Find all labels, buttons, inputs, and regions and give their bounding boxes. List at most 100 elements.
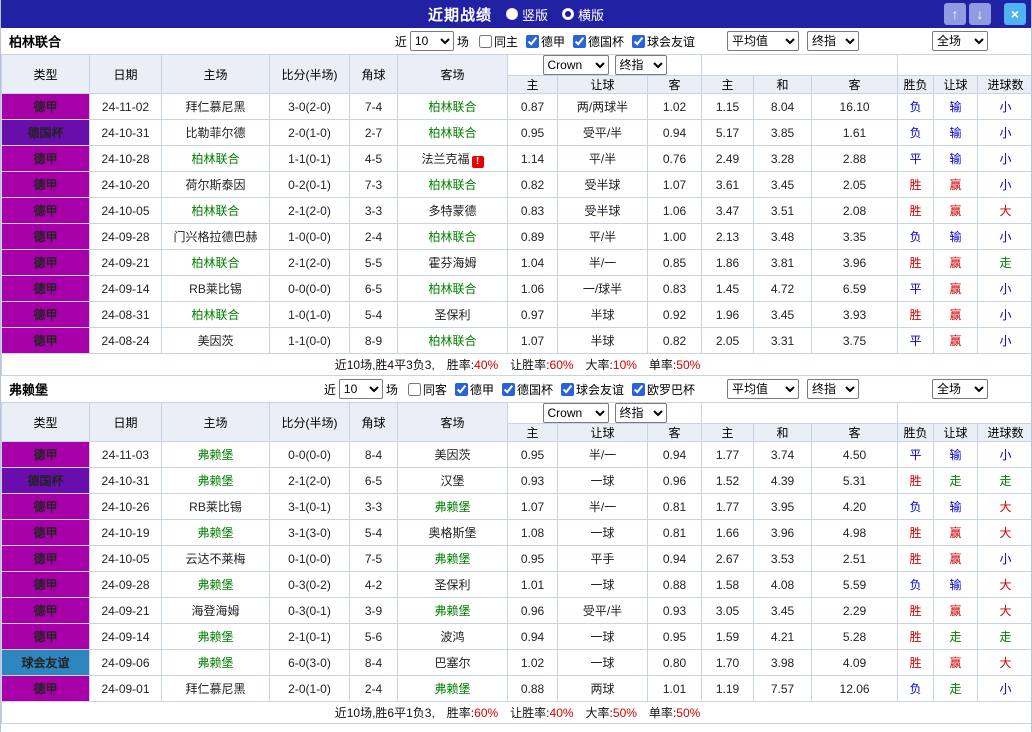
bookmaker-select[interactable]: Crown [542,55,609,75]
games-count-select[interactable]: 10 [409,31,454,51]
final-odds-select[interactable]: 终指 [614,403,667,423]
competition-badge: 德甲 [1,301,90,328]
summary-row: 近10场,胜4平3负3, 胜率:40% 让胜率:60% 大率:10% 单率:50% [1,353,1031,376]
goals-result: 小 [977,93,1031,120]
near-label: 近 [323,382,336,397]
final-odds-select[interactable]: 终指 [807,379,859,399]
match-result: 平 [897,441,935,468]
filter-checkbox[interactable] [407,382,421,396]
filter-checkbox[interactable] [560,382,574,396]
final-odds-select[interactable]: 终指 [807,31,859,51]
scroll-down-button[interactable]: ↓ [969,3,991,25]
summary-stat-value: 60% [474,706,499,720]
match-row: 德甲 24-09-01 拜仁慕尼黑 2-0(1-0) 2-4 弗赖堡 0.88 两球 1.01 1… [1,675,1031,702]
filter-checkbox[interactable] [478,34,492,48]
match-date: 24-10-05 [89,197,162,224]
filter-label: 球会友谊 [646,34,695,49]
filter-checkbox[interactable] [631,34,645,48]
games-count-select[interactable]: 10 [338,379,383,399]
filter-checkbox[interactable] [631,382,645,396]
handicap-line: 受半球 [557,171,648,198]
away-team: 汉堡 [397,467,508,494]
ah-home-odds: 0.97 [507,301,558,328]
filter-option[interactable]: 同客 [407,381,447,398]
match-result: 胜 [897,623,935,650]
filter-checkbox[interactable] [454,382,468,396]
match-result: 胜 [897,519,935,546]
scope-select[interactable]: 全场 [932,379,988,399]
ah-home-odds: 0.93 [507,467,558,494]
final-odds-select[interactable]: 终指 [614,55,667,75]
corners: 2-4 [349,223,398,250]
scope-select[interactable]: 全场 [932,31,988,51]
handicap-result: 输 [933,223,979,250]
corners: 8-4 [349,649,398,676]
handicap-result: 赢 [933,171,979,198]
filter-option[interactable]: 德国杯 [501,381,553,398]
match-row: 德甲 24-08-24 美因茨 1-1(0-0) 8-9 柏林联合 1.07 半球 0.82 2.… [1,327,1031,354]
filter-checkbox[interactable] [501,382,515,396]
match-row: 德甲 24-09-14 弗赖堡 2-1(0-1) 5-6 波鸿 0.94 一球 0.95 1.59… [1,623,1031,650]
ah-away-odds: 0.93 [646,597,703,624]
handicap-line: 一球 [557,467,648,494]
team-panel: 柏林联合近 10 场同主 德甲 德国杯 球会友谊 平均值 终指 全场 类型 日期 主场 比分(半场) 角球… [1,28,1031,376]
filter-checkbox[interactable] [572,34,586,48]
away-team: 柏林联合 [397,275,508,302]
layout-option-horizontal[interactable]: 横版 [562,5,604,24]
average-select[interactable]: 平均值 [727,379,799,399]
average-select[interactable]: 平均值 [727,31,799,51]
handicap-result: 走 [933,467,979,494]
radio-selected-icon[interactable] [562,8,574,20]
handicap-line: 受平/半 [557,597,648,624]
filter-option[interactable]: 球会友谊 [631,33,695,50]
goals-result: 小 [977,171,1031,198]
competition-badge: 德甲 [1,493,90,520]
ah-away-odds: 0.94 [646,119,703,146]
filter-option[interactable]: 同主 [478,33,518,50]
bookmaker-select[interactable]: Crown [542,403,609,423]
filter-option[interactable]: 德国杯 [572,33,624,50]
odds-away: 3.75 [811,327,899,354]
ah-home-odds: 1.07 [507,327,558,354]
ah-away-odds: 0.76 [646,145,703,172]
filter-option[interactable]: 欧罗巴杯 [631,381,695,398]
handicap-result: 输 [933,93,979,120]
team-label: 柏林联合 [191,256,240,270]
corners: 2-7 [349,119,398,146]
team-label: 拜仁慕尼黑 [185,682,246,696]
filter-option[interactable]: 德甲 [454,381,494,398]
score: 3-0(2-0) [269,93,350,120]
filter-option[interactable]: 德甲 [525,33,565,50]
match-date: 24-09-28 [89,223,162,250]
competition-badge: 德甲 [1,249,90,276]
corners: 2-4 [349,675,398,702]
filter-checkbox[interactable] [525,34,539,48]
away-team: 奥格斯堡 [397,519,508,546]
match-row: 德甲 24-09-14 RB莱比锡 0-0(0-0) 6-5 柏林联合 1.06 一/球半 0.… [1,275,1031,302]
handicap-result: 赢 [933,275,979,302]
competition-badge: 德甲 [1,327,90,354]
team-label: 弗赖堡 [197,656,234,670]
competition-badge: 德甲 [1,171,90,198]
handicap-result: 赢 [933,649,979,676]
summary-stat-value: 60% [549,358,574,372]
team-label: 弗赖堡 [197,578,234,592]
column-header: 类型 [1,54,90,94]
scroll-up-button[interactable]: ↑ [944,3,966,25]
close-icon[interactable]: × [1004,3,1026,25]
column-header: 比分(半场) [269,402,350,442]
column-header: 主场 [161,402,270,442]
summary-stat-value: 50% [676,358,701,372]
ah-away-odds: 0.88 [646,571,703,598]
score: 2-0(1-0) [269,675,350,702]
odds-average-controls: 平均值 终指 [727,379,859,399]
layout-option-vertical[interactable]: 竖版 [505,5,548,24]
summary-stat: 让胜率:40% [510,706,573,720]
team-label: 多特蒙德 [428,204,477,218]
filter-option[interactable]: 球会友谊 [560,381,624,398]
handicap-line: 半球 [557,301,648,328]
radio-unselected-icon[interactable] [505,8,518,20]
competition-badge: 德甲 [1,675,90,702]
match-result: 胜 [897,467,935,494]
ah-away-odds: 0.81 [646,519,703,546]
